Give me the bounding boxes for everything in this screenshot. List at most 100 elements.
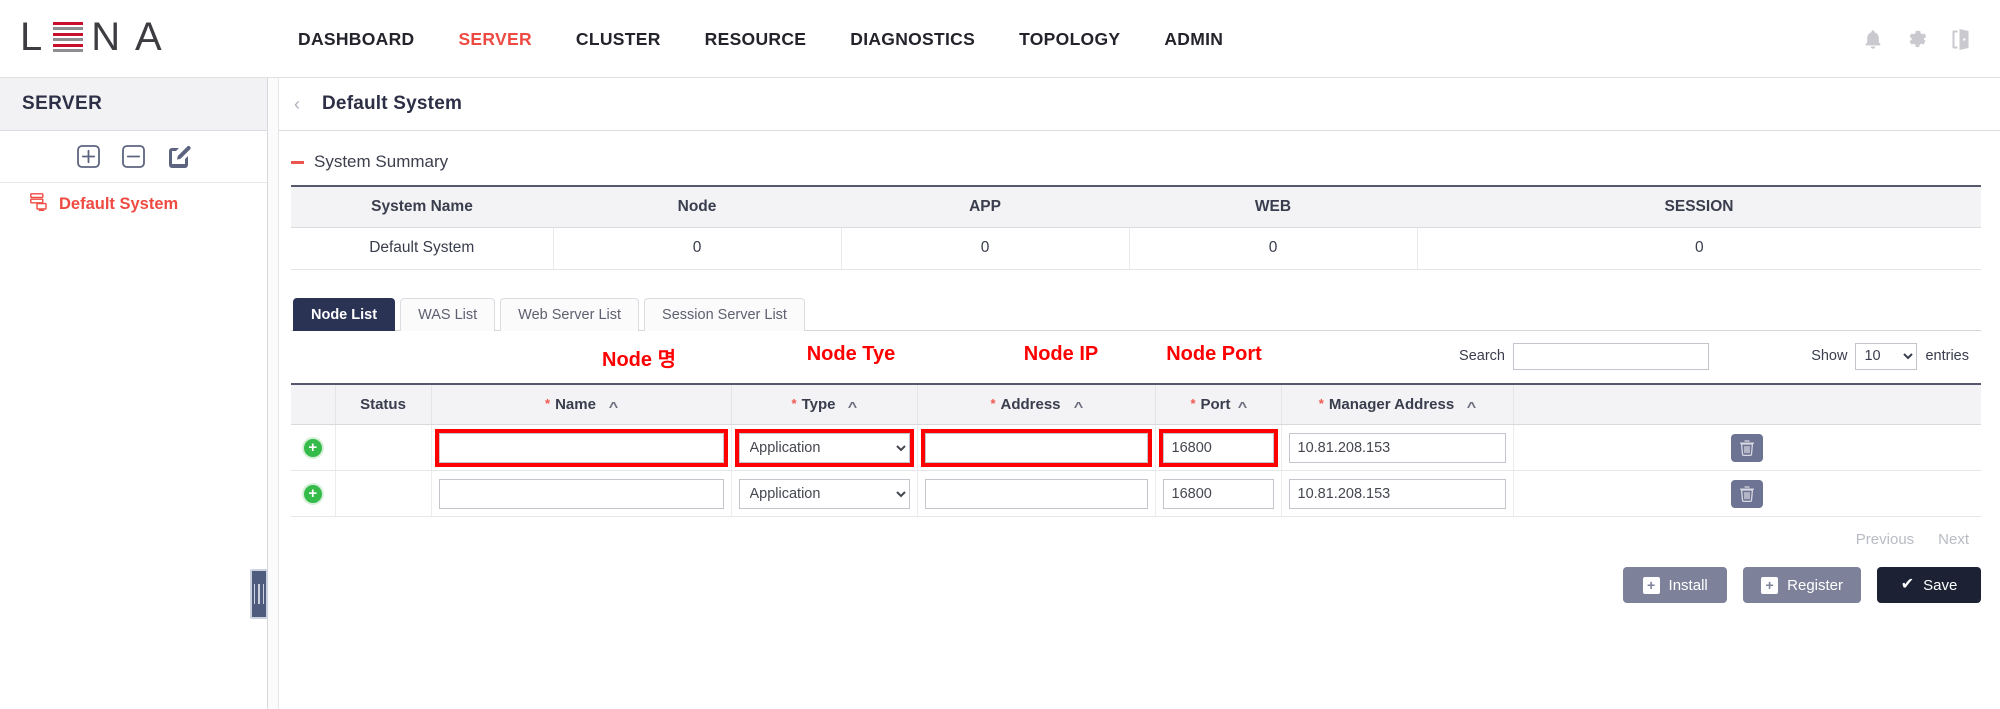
tab-node-list[interactable]: Node List — [293, 297, 396, 331]
add-row-icon[interactable]: + — [301, 436, 324, 459]
list-tabs: Node List WAS List Web Server List Sessi… — [291, 296, 1981, 331]
register-button[interactable]: + Register — [1743, 567, 1861, 603]
plus-icon: + — [1761, 576, 1779, 594]
search-label: Search — [1459, 348, 1505, 364]
bell-icon[interactable] — [1863, 29, 1883, 50]
section-title: System Summary — [314, 152, 449, 171]
table-row: Default System 0 0 0 0 — [291, 227, 1981, 270]
summary-col-app: APP — [841, 186, 1129, 228]
system-summary-section-header: System Summary — [287, 139, 1982, 185]
table-row: + Application Web Session — [291, 470, 1981, 517]
node-type-select-row-1[interactable]: Application Web Session — [734, 428, 914, 467]
plus-icon: + — [1642, 576, 1660, 594]
node-port-input-row-1[interactable] — [1158, 428, 1278, 467]
pagination: Previous Next — [291, 517, 1981, 561]
check-icon: ✔ — [1900, 576, 1915, 593]
tab-session-server-list[interactable]: Session Server List — [644, 297, 805, 331]
node-col-name[interactable]: * Name ˄ — [430, 383, 731, 425]
node-col-add — [291, 383, 335, 425]
logo-letters-na: N A — [91, 15, 165, 59]
node-cell-port — [1154, 470, 1281, 517]
nav-item-resource[interactable]: RESOURCE — [683, 29, 829, 50]
summary-cell-app: 0 — [840, 227, 1129, 270]
nav-item-admin[interactable]: ADMIN — [1142, 29, 1245, 50]
table-row: + Application Web Session — [291, 424, 1981, 471]
register-button-label: Register — [1787, 576, 1843, 594]
main-content: ‹ Default System System Summary System N… — [279, 78, 2000, 709]
logo-letter-l: L — [20, 15, 46, 59]
sidebar-item-default-system[interactable]: Default System — [0, 183, 267, 225]
pagination-next[interactable]: Next — [1926, 527, 1981, 552]
required-mark: * — [990, 395, 996, 411]
add-system-icon[interactable] — [75, 143, 102, 170]
node-cell-manager-address — [1280, 470, 1513, 517]
nav-item-cluster[interactable]: CLUSTER — [554, 29, 683, 50]
nav-item-dashboard[interactable]: DASHBOARD — [276, 29, 436, 50]
pagination-previous[interactable]: Previous — [1844, 527, 1926, 552]
annotation-node-port: Node Port — [1166, 342, 1262, 365]
sidebar-title: SERVER — [22, 93, 103, 114]
search-control: Search — [1459, 342, 1709, 370]
required-mark: * — [791, 395, 797, 411]
required-mark: * — [545, 395, 551, 411]
delete-row-button-row-1[interactable] — [1731, 433, 1764, 462]
sidebar-item-label: Default System — [59, 194, 179, 213]
show-label: Show — [1811, 348, 1848, 364]
node-cell-status — [334, 424, 431, 471]
logo-e-bars-icon — [53, 21, 84, 53]
collapse-sidebar-icon[interactable]: ‹ — [288, 95, 306, 113]
install-button-label: Install — [1668, 576, 1708, 594]
node-address-input-row-2[interactable] — [924, 478, 1148, 509]
tab-web-server-list[interactable]: Web Server List — [500, 297, 640, 331]
sort-caret-icon: ˄ — [1466, 397, 1477, 412]
summary-cell-node: 0 — [552, 227, 841, 270]
nav-item-server[interactable]: SERVER — [436, 29, 553, 50]
node-type-select-row-2[interactable]: Application Web Session — [738, 478, 910, 509]
sidebar-header: SERVER — [0, 78, 267, 131]
remove-system-icon[interactable] — [120, 143, 147, 170]
sidebar: SERVER Default System — [0, 78, 268, 709]
page-header: ‹ Default System — [279, 78, 2000, 131]
node-col-manager-address[interactable]: * Manager Address ˄ — [1280, 383, 1513, 425]
table-controls: Node 명 Node Tye Node IP Node Port Search… — [291, 331, 1981, 383]
install-button[interactable]: + Install — [1623, 567, 1728, 603]
gear-icon[interactable] — [1907, 29, 1928, 50]
required-mark: * — [1318, 395, 1324, 411]
node-cell-actions — [1512, 470, 1981, 517]
node-address-input-row-1[interactable] — [920, 428, 1152, 467]
node-col-address[interactable]: * Address ˄ — [916, 383, 1155, 425]
sidebar-resize-handle[interactable] — [250, 569, 268, 619]
node-col-name-label: Name — [555, 395, 596, 413]
node-col-port[interactable]: * Port ˄ — [1154, 383, 1281, 425]
node-name-input-row-1[interactable] — [434, 428, 728, 467]
main-navigation: DASHBOARD SERVER CLUSTER RESOURCE DIAGNO… — [276, 0, 1245, 78]
app-logo[interactable]: L N A — [20, 14, 165, 60]
content-panel: System Summary System Name Node APP WEB … — [279, 139, 2000, 603]
nav-item-diagnostics[interactable]: DIAGNOSTICS — [828, 29, 997, 50]
summary-cell-system-name: Default System — [291, 227, 553, 270]
summary-cell-session: 0 — [1416, 227, 1981, 270]
entries-label: entries — [1925, 348, 1969, 364]
node-col-port-label: Port — [1200, 395, 1231, 413]
logout-icon[interactable] — [1952, 28, 1970, 50]
entries-per-page-select[interactable]: 10 25 50 100 — [1855, 342, 1918, 370]
add-row-icon[interactable]: + — [301, 482, 324, 505]
collapse-section-icon[interactable] — [291, 160, 304, 164]
edit-system-icon[interactable] — [165, 143, 192, 170]
system-summary-table: System Name Node APP WEB SESSION Default… — [291, 185, 1981, 270]
summary-col-node: Node — [553, 186, 841, 228]
save-button[interactable]: ✔ Save — [1877, 567, 1981, 603]
node-cell-actions — [1512, 424, 1981, 471]
node-cell-type: Application Web Session — [730, 470, 917, 517]
delete-row-button-row-2[interactable] — [1731, 479, 1764, 508]
server-stack-icon — [30, 192, 50, 216]
node-col-type[interactable]: * Type ˄ — [730, 383, 917, 425]
node-port-input-row-2[interactable] — [1162, 478, 1274, 509]
node-manager-address-input-row-1[interactable] — [1288, 432, 1506, 463]
node-manager-address-input-row-2[interactable] — [1288, 478, 1506, 509]
node-name-input-row-2[interactable] — [438, 478, 724, 509]
nav-item-topology[interactable]: TOPOLOGY — [997, 29, 1142, 50]
search-input[interactable] — [1513, 342, 1709, 370]
tab-was-list[interactable]: WAS List — [400, 297, 496, 331]
summary-col-web: WEB — [1129, 186, 1417, 228]
